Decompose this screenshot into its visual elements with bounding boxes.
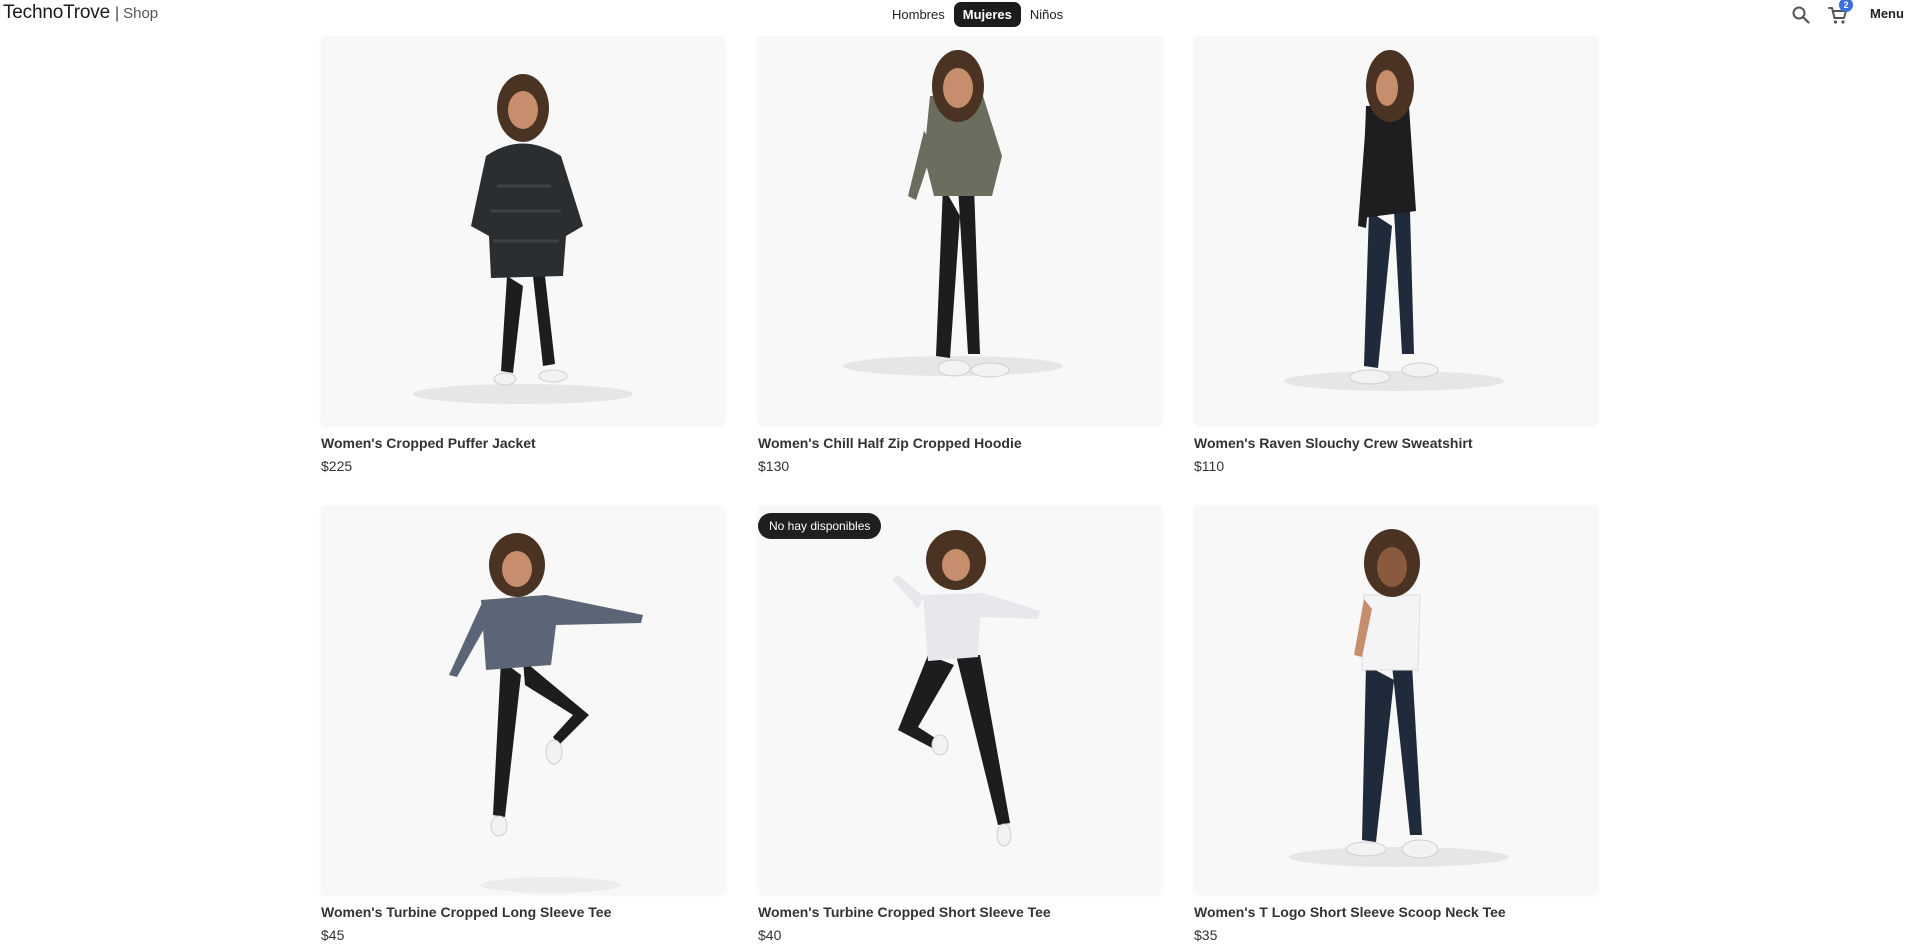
brand-separator: |: [114, 5, 120, 22]
product-price: $130: [758, 458, 790, 474]
product-card: Women's T Logo Short Sleeve Scoop Neck T…: [1194, 505, 1598, 943]
nav-item-ninos[interactable]: Niños: [1021, 2, 1072, 27]
brand-subtitle: Shop: [123, 5, 159, 22]
product-price: $110: [1194, 458, 1225, 474]
cart-button[interactable]: 2: [1826, 0, 1853, 27]
product-card: Women's Turbine Cropped Long Sleeve Tee …: [321, 505, 725, 943]
search-icon: [1792, 6, 1810, 24]
product-card: Women's Chill Half Zip Cropped Hoodie $1…: [758, 36, 1162, 474]
product-name[interactable]: Women's Chill Half Zip Cropped Hoodie: [758, 435, 1162, 451]
top-bar: TechnoTrove | Shop Hombres Mujeres Niños…: [0, 0, 1920, 32]
product-price: $45: [321, 927, 345, 943]
product-name[interactable]: Women's Cropped Puffer Jacket: [321, 435, 725, 451]
product-image[interactable]: [321, 505, 725, 893]
product-price: $35: [1194, 927, 1218, 943]
availability-badge: No hay disponibles: [758, 513, 882, 539]
product-name[interactable]: Women's T Logo Short Sleeve Scoop Neck T…: [1194, 904, 1598, 920]
product-image[interactable]: No hay disponibles: [758, 505, 1162, 893]
product-image[interactable]: [1194, 36, 1598, 424]
product-image[interactable]: [1194, 505, 1598, 893]
menu-button[interactable]: Menu: [1870, 6, 1904, 21]
nav-item-mujeres[interactable]: Mujeres: [953, 1, 1021, 27]
product-name[interactable]: Women's Turbine Cropped Short Sleeve Tee: [758, 904, 1162, 920]
product-image[interactable]: [758, 36, 1162, 424]
product-card: Women's Raven Slouchy Crew Sweatshirt $1…: [1194, 36, 1598, 474]
product-price: $225: [321, 458, 353, 474]
product-card: No hay disponibles Women's Turbine Cropp…: [758, 505, 1162, 943]
product-card: Women's Cropped Puffer Jacket $225: [321, 36, 725, 474]
product-price: $40: [758, 927, 782, 943]
search-button[interactable]: [1789, 3, 1813, 27]
product-image[interactable]: [321, 36, 725, 424]
nav-item-hombres[interactable]: Hombres: [883, 2, 954, 27]
product-name[interactable]: Women's Raven Slouchy Crew Sweatshirt: [1194, 435, 1598, 451]
product-name[interactable]: Women's Turbine Cropped Long Sleeve Tee: [321, 904, 725, 920]
category-nav: Hombres Mujeres Niños: [883, 0, 1072, 28]
brand-logo[interactable]: TechnoTrove | Shop: [3, 2, 158, 24]
brand-name: TechnoTrove: [3, 2, 110, 23]
cart-count-badge: 2: [1839, 0, 1853, 12]
